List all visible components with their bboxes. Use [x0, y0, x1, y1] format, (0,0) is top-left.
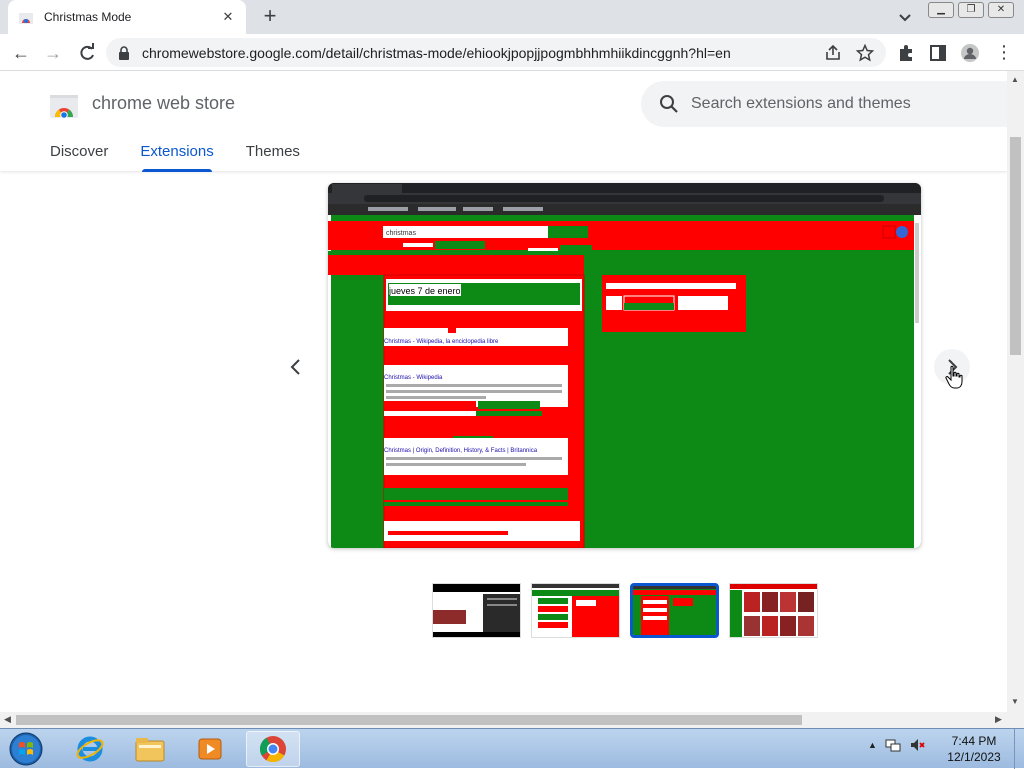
taskbar-chrome[interactable] — [246, 731, 300, 767]
thumbnail-image — [433, 584, 520, 637]
restore-button[interactable]: ❐ — [958, 2, 984, 18]
bookmark-star-icon[interactable] — [856, 43, 874, 62]
back-icon[interactable]: ← — [10, 42, 32, 64]
scrollbar-corner — [1007, 712, 1024, 728]
store-search-box[interactable] — [641, 81, 1007, 127]
taskbar-clock[interactable]: 7:44 PM 12/1/2023 — [936, 733, 1012, 765]
gallery-main-screenshot[interactable]: christmas jueves 7 de enero Christmas - … — [328, 183, 921, 548]
tab-extensions[interactable]: Extensions — [140, 143, 214, 172]
chrome-icon — [259, 736, 286, 763]
tab-strip: Christmas Mode ✕ + ▁ ❐ ✕ — [0, 0, 1024, 34]
url-text[interactable]: chromewebstore.google.com/detail/christm… — [142, 45, 810, 61]
browser-tab[interactable]: Christmas Mode ✕ — [8, 0, 246, 34]
system-tray: ▲ — [868, 737, 925, 753]
carousel-prev-button[interactable] — [278, 349, 314, 385]
tab-title: Christmas Mode — [44, 10, 132, 24]
screenshot-result-2: Christmas - Wikipedia — [384, 375, 443, 381]
share-icon[interactable] — [824, 44, 842, 62]
tab-themes[interactable]: Themes — [246, 143, 300, 170]
screenshot-search-query: christmas — [386, 230, 416, 237]
folder-icon — [135, 738, 165, 762]
hand-cursor-icon — [945, 365, 963, 389]
network-icon[interactable] — [885, 737, 901, 753]
screenshot-result-3: Christmas | Origin, Definition, History,… — [384, 448, 538, 454]
tab-search-icon[interactable] — [896, 8, 914, 26]
media-player-icon — [198, 738, 222, 760]
scroll-right-arrow-icon[interactable]: ▶ — [995, 714, 1002, 725]
volume-muted-icon[interactable] — [909, 737, 925, 753]
extensions-puzzle-icon[interactable] — [896, 43, 916, 63]
profile-avatar-icon[interactable] — [960, 43, 980, 63]
window-controls: ▁ ❐ ✕ — [928, 2, 1014, 18]
thumbnail-1[interactable] — [432, 583, 521, 638]
tab-close-icon[interactable]: ✕ — [220, 9, 236, 25]
gallery-thumbnails — [432, 583, 818, 638]
address-bar[interactable]: chromewebstore.google.com/detail/christm… — [106, 38, 886, 67]
scroll-down-arrow-icon[interactable]: ▼ — [1011, 697, 1019, 706]
vertical-scrollbar[interactable]: ▲ ▼ — [1007, 71, 1024, 712]
reload-icon[interactable] — [76, 42, 98, 64]
taskbar-internet-explorer[interactable] — [63, 731, 117, 767]
internet-explorer-icon — [76, 736, 104, 762]
start-button-icon[interactable] — [6, 731, 46, 767]
close-window-button[interactable]: ✕ — [988, 2, 1014, 18]
chrome-menu-icon[interactable]: ⋮ — [994, 43, 1014, 63]
scroll-up-arrow-icon[interactable]: ▲ — [1011, 75, 1019, 84]
show-desktop-button[interactable] — [1014, 729, 1024, 769]
horizontal-scroll-thumb[interactable] — [16, 715, 802, 725]
search-icon — [660, 95, 678, 113]
clock-time: 7:44 PM — [951, 734, 997, 748]
show-hidden-icons-icon[interactable]: ▲ — [868, 740, 877, 750]
thumbnail-4[interactable] — [729, 583, 818, 638]
chevron-left-icon — [290, 359, 300, 375]
taskbar-file-explorer[interactable] — [123, 731, 177, 767]
screenshot-image: christmas jueves 7 de enero Christmas - … — [328, 183, 921, 548]
windows-taskbar: ▲ 7:44 PM 12/1/2023 — [0, 728, 1024, 769]
clock-date: 12/1/2023 — [947, 750, 1001, 764]
thumbnail-2[interactable] — [531, 583, 620, 638]
horizontal-scrollbar[interactable]: ◀ ▶ — [0, 712, 1007, 728]
store-nav-tabs: Discover Extensions Themes — [50, 143, 332, 172]
lock-icon[interactable] — [118, 45, 130, 60]
search-input[interactable] — [691, 95, 991, 113]
side-panel-icon[interactable] — [928, 43, 948, 63]
scroll-left-arrow-icon[interactable]: ◀ — [4, 714, 11, 725]
screenshot-result-1: Christmas - Wikipedia, la enciclopedia l… — [384, 339, 499, 345]
web-page: chrome web store Discover Extensions The… — [0, 71, 1007, 712]
vertical-scroll-thumb[interactable] — [1010, 137, 1021, 355]
thumbnail-image — [532, 584, 619, 637]
minimize-button[interactable]: ▁ — [928, 2, 954, 18]
forward-icon[interactable]: → — [42, 42, 64, 64]
chrome-web-store-logo-icon[interactable] — [49, 89, 79, 119]
thumbnail-image — [633, 586, 716, 635]
store-header: chrome web store Discover Extensions The… — [0, 71, 1007, 172]
tab-discover[interactable]: Discover — [50, 143, 108, 170]
screenshot-date-box: jueves 7 de enero — [388, 286, 461, 296]
store-name[interactable]: chrome web store — [92, 93, 235, 114]
taskbar-media-player[interactable] — [183, 731, 237, 767]
new-tab-button[interactable]: + — [259, 4, 281, 30]
chrome-web-store-favicon-icon — [19, 13, 33, 24]
thumbnail-image — [730, 584, 817, 637]
thumbnail-3[interactable] — [630, 583, 719, 638]
browser-toolbar: ← → chromewebstore.google.com/detail/chr… — [0, 34, 1024, 71]
